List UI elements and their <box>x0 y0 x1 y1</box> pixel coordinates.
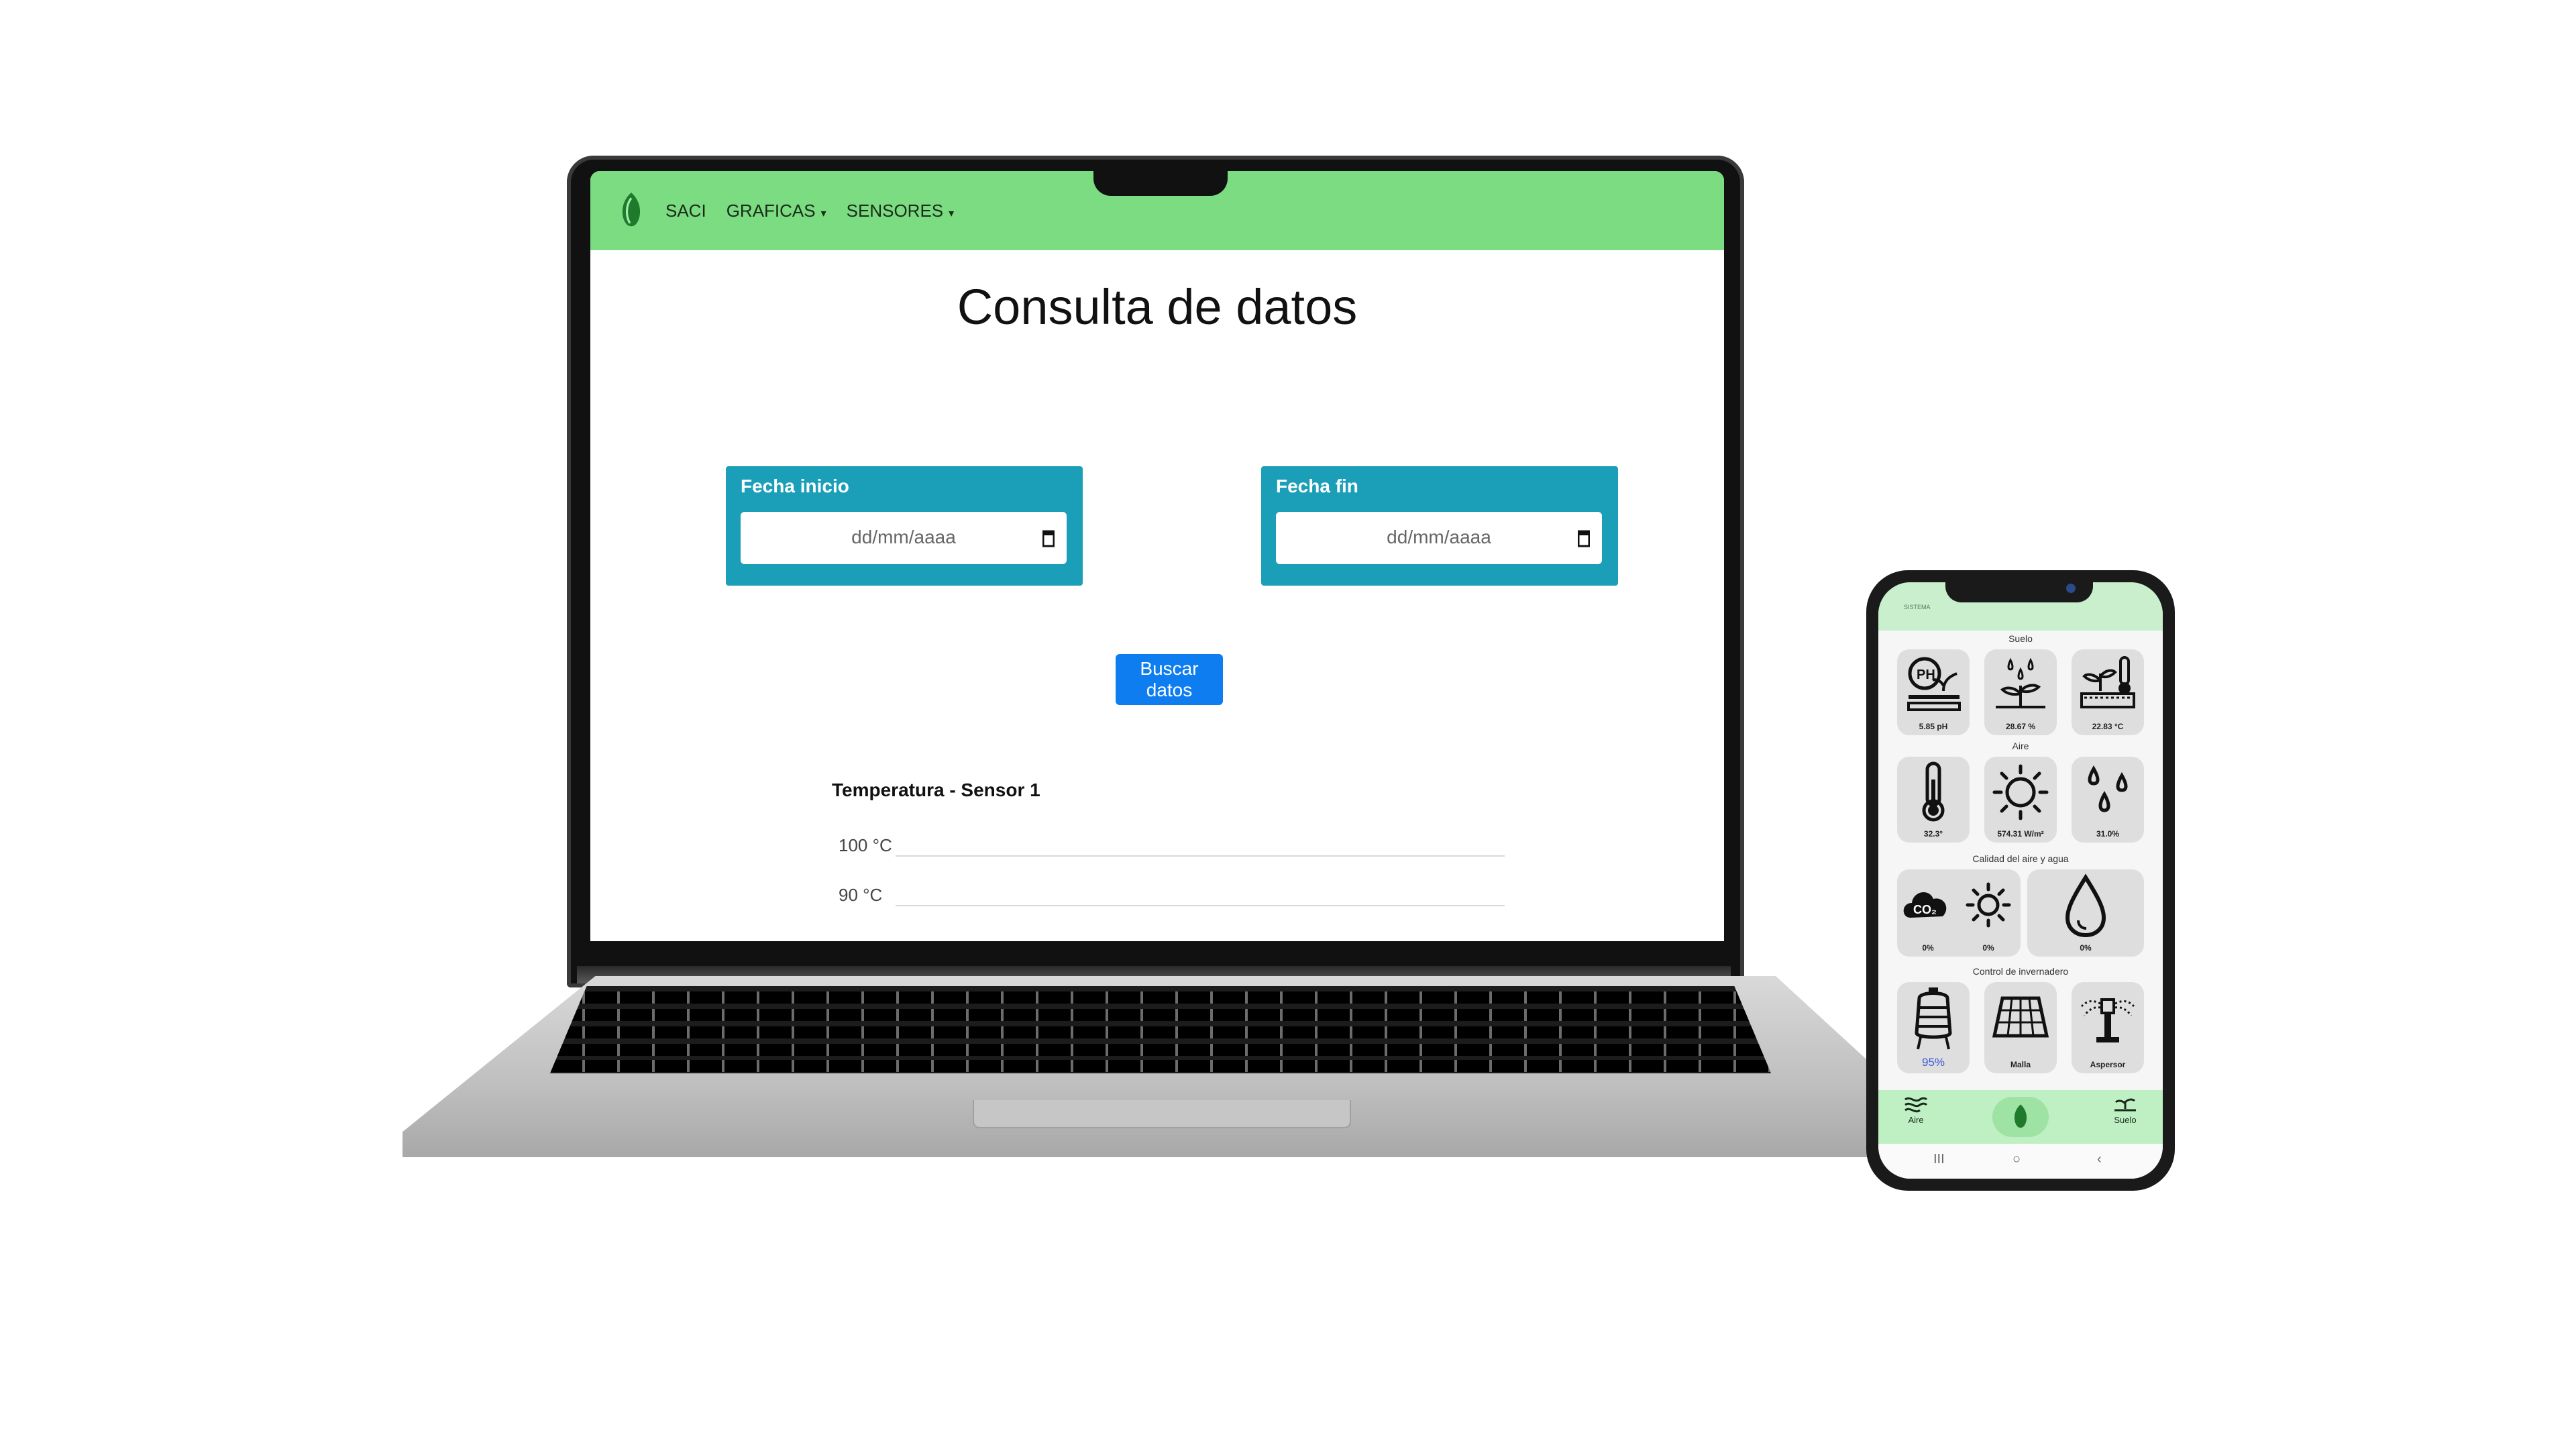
end-date-label: Fecha fin <box>1276 476 1358 496</box>
water-quality-value: 0% <box>2080 943 2092 953</box>
key-row <box>550 1060 1771 1072</box>
home-button[interactable] <box>1992 1097 2049 1137</box>
back-button[interactable]: ‹ <box>2097 1152 2102 1167</box>
section-title-air: Aire <box>2012 741 2029 751</box>
y-tick-label: 90 °C <box>839 885 883 905</box>
bottom-nav-air[interactable]: Aire <box>1889 1095 1943 1125</box>
grid-line <box>896 855 1505 857</box>
tile-sprinkler[interactable]: Aspersor <box>2072 982 2144 1073</box>
mesh-label: Malla <box>2010 1060 2031 1069</box>
start-date-placeholder: dd/mm/aaaa <box>851 527 956 547</box>
phone-screen: SISTEMA Suelo PH 5.85 pH 28.67 % 22.83 °… <box>1878 582 2163 1179</box>
laptop-keyboard <box>550 986 1771 1073</box>
soil-moisture-value: 28.67 % <box>2005 722 2036 731</box>
end-date-input[interactable]: dd/mm/aaaa <box>1276 512 1602 564</box>
home-system-button[interactable]: ○ <box>2012 1152 2021 1167</box>
soil-temperature-value: 22.83 °C <box>2092 722 2124 731</box>
saci-logo-icon[interactable] <box>617 191 645 230</box>
phone-header-text: SISTEMA <box>1904 604 1931 610</box>
section-title-control: Control de invernadero <box>1972 966 2069 977</box>
android-system-bar: III ○ ‹ <box>1878 1144 2163 1179</box>
key-row <box>550 991 1771 1004</box>
key-row <box>550 1009 1771 1021</box>
camera-icon <box>2066 584 2076 593</box>
tile-air-humidity[interactable]: 31.0% <box>2072 757 2144 843</box>
solar-radiation-value: 574.31 W/m² <box>1997 829 2044 839</box>
tile-soil-temperature[interactable]: 22.83 °C <box>2072 649 2144 735</box>
tile-water-tank[interactable]: 95% <box>1897 982 1970 1073</box>
sprinkler-icon <box>2080 998 2135 1042</box>
tile-co2-light[interactable]: CO₂ 0% 0% <box>1897 869 2021 957</box>
water-tank-icon <box>1915 987 1952 1050</box>
end-date-placeholder: dd/mm/aaaa <box>1387 527 1491 547</box>
tile-solar-radiation[interactable]: 574.31 W/m² <box>1984 757 2057 843</box>
saci-logo-icon <box>2014 1104 2027 1128</box>
nav-brand[interactable]: SACI <box>665 201 706 221</box>
phone-notch <box>1945 576 2093 602</box>
key-row <box>550 1044 1771 1056</box>
tile-soil-ph[interactable]: PH 5.85 pH <box>1897 649 1970 735</box>
svg-text:CO₂: CO₂ <box>1913 903 1937 916</box>
end-date-card: Fecha fin dd/mm/aaaa <box>1261 466 1618 586</box>
soil-temperature-icon <box>2080 656 2135 708</box>
tile-soil-moisture[interactable]: 28.67 % <box>1984 649 2057 735</box>
laptop-camera-notch <box>1093 168 1228 196</box>
water-drop-icon <box>2065 873 2106 938</box>
nav-item-sensores[interactable]: SENSORES ▾ <box>847 201 955 221</box>
nav-item-graficas[interactable]: GRAFICAS ▾ <box>727 201 826 221</box>
caret-down-icon: ▾ <box>820 207 826 219</box>
sun-icon <box>1992 764 2049 820</box>
page-title: Consulta de datos <box>957 279 1358 335</box>
calendar-icon[interactable] <box>1578 529 1590 547</box>
laptop-trackpad <box>973 1100 1351 1128</box>
tile-air-temperature[interactable]: 32.3° <box>1897 757 1970 843</box>
nav-item-label: SENSORES <box>846 200 944 221</box>
sprinkler-label: Aspersor <box>2090 1060 2126 1069</box>
y-tick-label: 100 °C <box>839 835 892 855</box>
mesh-icon <box>1992 996 2049 1038</box>
laptop-screen: SACI GRAFICAS ▾ SENSORES ▾ Consulta de dat… <box>590 171 1724 941</box>
air-humidity-value: 31.0% <box>2096 829 2120 839</box>
light-sun-icon <box>1966 882 2011 928</box>
co2-cloud-icon: CO₂ <box>1903 892 1947 918</box>
thermometer-icon <box>1922 761 1945 822</box>
key-row <box>550 1026 1771 1038</box>
nav-item-label: GRAFICAS <box>726 200 816 221</box>
ph-soil-icon: PH <box>1907 657 1961 711</box>
soil-plant-icon <box>2114 1098 2136 1112</box>
start-date-card: Fecha inicio dd/mm/aaaa <box>726 466 1083 586</box>
water-tank-value: 95% <box>1921 1056 1945 1069</box>
soil-moisture-icon <box>1996 657 2045 708</box>
tile-water-quality[interactable]: 0% <box>2027 869 2144 957</box>
bottom-nav-soil-label: Suelo <box>2114 1115 2137 1125</box>
bottom-nav-air-label: Aire <box>1908 1115 1924 1125</box>
grid-line <box>896 905 1505 906</box>
soil-ph-value: 5.85 pH <box>1919 722 1948 731</box>
calendar-icon[interactable] <box>1042 529 1055 547</box>
recent-apps-button[interactable]: III <box>1933 1152 1945 1167</box>
section-title-soil: Suelo <box>2008 633 2033 644</box>
svg-text:PH: PH <box>1917 667 1935 682</box>
bottom-nav-soil[interactable]: Suelo <box>2098 1095 2152 1125</box>
start-date-input[interactable]: dd/mm/aaaa <box>741 512 1067 564</box>
humidity-drops-icon <box>2088 765 2128 812</box>
start-date-label: Fecha inicio <box>741 476 849 496</box>
wind-icon <box>1904 1097 1928 1113</box>
caret-down-icon: ▾ <box>949 207 955 219</box>
chart-title: Temperatura - Sensor 1 <box>832 780 1040 800</box>
tile-mesh[interactable]: Malla <box>1984 982 2057 1073</box>
air-temperature-value: 32.3° <box>1923 829 1943 839</box>
section-title-quality: Calidad del aire y agua <box>1972 853 2069 864</box>
phone-bottom-nav: Aire Suelo <box>1878 1090 2163 1144</box>
search-data-button[interactable]: Buscar datos <box>1116 654 1223 705</box>
